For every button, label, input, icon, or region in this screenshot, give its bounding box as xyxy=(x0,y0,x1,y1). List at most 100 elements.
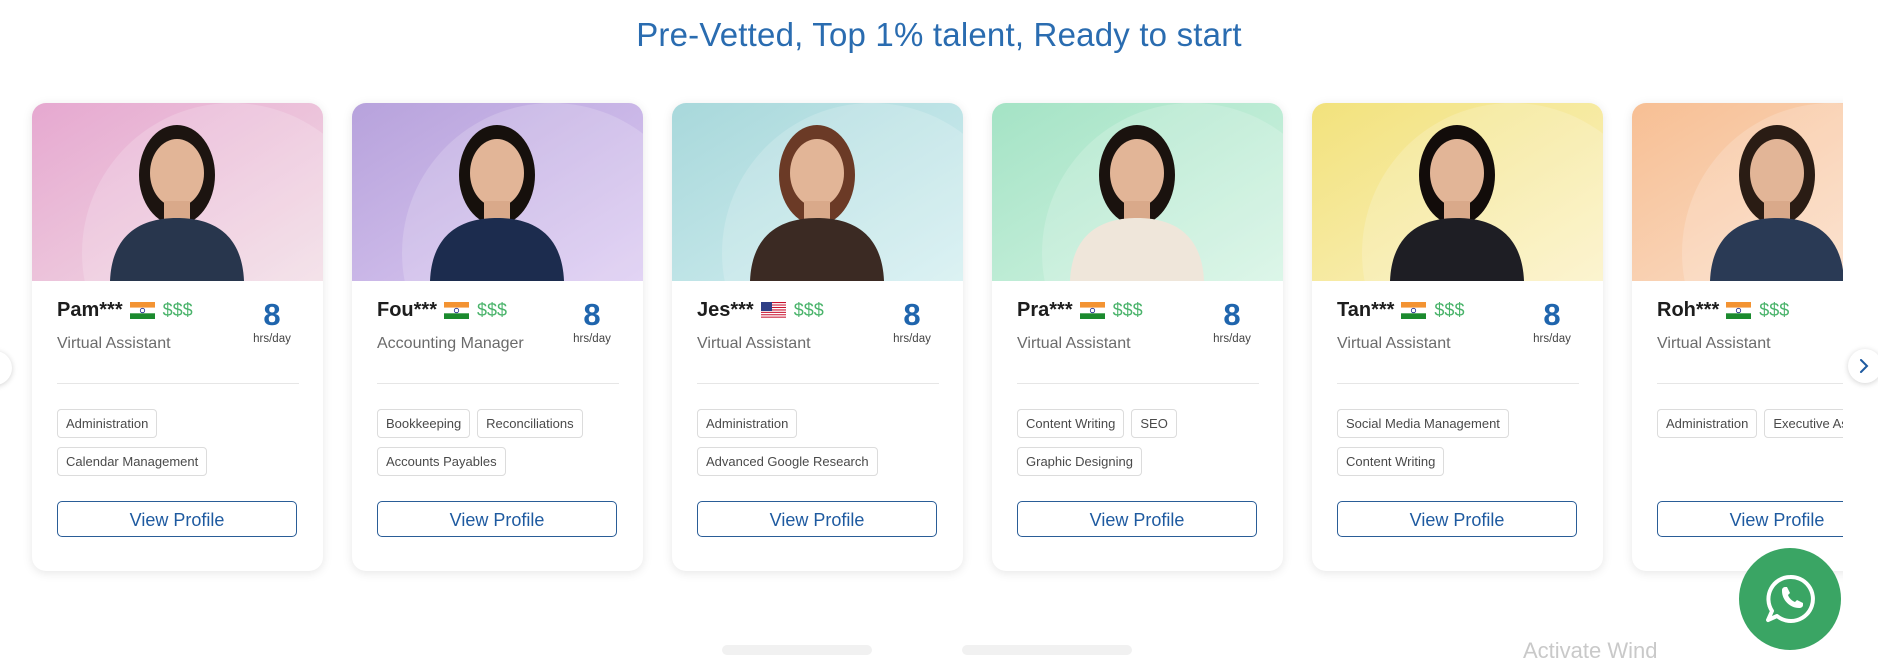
india-flag-icon xyxy=(129,302,155,319)
divider xyxy=(377,383,619,384)
talent-name: Tan*** xyxy=(1337,299,1395,321)
divider xyxy=(697,383,939,384)
profile-photo xyxy=(352,103,643,281)
india-flag-icon xyxy=(1079,302,1105,319)
hours-unit: hrs/day xyxy=(893,333,931,345)
talent-role: Virtual Assistant xyxy=(57,335,171,352)
talent-card: Tan*** $$$ Virtual Assistant 8 hrs/day S… xyxy=(1312,103,1603,571)
usa-flag-icon xyxy=(760,302,786,320)
whatsapp-icon xyxy=(1766,574,1815,623)
os-watermark: Activate Wind xyxy=(1523,638,1658,663)
carousel-next-button[interactable] xyxy=(1848,349,1878,383)
hours-per-day: 8 hrs/day xyxy=(1202,297,1262,346)
hours-value: 8 xyxy=(1842,299,1843,331)
skill-tag: SEO xyxy=(1131,409,1177,438)
talent-card: Pra*** $$$ Virtual Assistant 8 hrs/day C… xyxy=(992,103,1283,571)
skill-tag: Content Writing xyxy=(1017,409,1125,438)
skill-tag: Administration xyxy=(57,409,158,438)
skill-tag: Graphic Designing xyxy=(1017,447,1142,476)
talent-carousel: Pam*** $$$ Virtual Assistant 8 hrs/day A… xyxy=(0,92,1843,592)
view-profile-button[interactable]: View Profile xyxy=(57,501,297,537)
skill-tag: Administration xyxy=(697,409,798,438)
skill-tag: Advanced Google Research xyxy=(697,447,878,476)
talent-name: Fou*** xyxy=(377,299,437,321)
divider xyxy=(1017,383,1259,384)
skill-tag: Social Media Management xyxy=(1337,409,1509,438)
divider xyxy=(57,383,299,384)
profile-photo xyxy=(1632,103,1843,281)
hours-per-day: 8 hrs/day xyxy=(1842,299,1843,345)
india-flag-icon xyxy=(1401,302,1427,319)
hours-per-day: 8 hrs/day xyxy=(562,297,622,346)
divider xyxy=(1337,383,1579,384)
view-profile-button[interactable]: View Profile xyxy=(1657,501,1843,537)
name-row: Tan*** $$$ xyxy=(1337,299,1464,322)
talent-card: Pam*** $$$ Virtual Assistant 8 hrs/day A… xyxy=(32,103,323,571)
talent-card: Roh*** $$$ Virtual Assistant 8 hrs/day A… xyxy=(1632,103,1843,571)
talent-name: Pra*** xyxy=(1017,299,1073,321)
talent-role: Virtual Assistant xyxy=(697,335,811,352)
hours-value: 8 xyxy=(1543,297,1561,332)
talent-name: Jes*** xyxy=(697,299,754,321)
skill-tag: Accounts Payables xyxy=(377,447,506,476)
skill-tags: AdministrationExecutive Assistant xyxy=(1657,409,1843,447)
skill-tag: Bookkeeping xyxy=(377,409,471,438)
name-row: Fou*** $$$ xyxy=(377,299,507,322)
price-tier: $$$ xyxy=(162,300,193,320)
profile-photo xyxy=(992,103,1283,281)
hours-unit: hrs/day xyxy=(253,333,291,345)
hours-value: 8 xyxy=(1223,297,1241,332)
name-row: Pam*** $$$ xyxy=(57,299,193,322)
hours-per-day: 8 hrs/day xyxy=(882,297,942,346)
skill-tags: Bookkeeping Reconciliations Accounts Payab… xyxy=(377,409,627,485)
price-tier: $$$ xyxy=(1434,300,1465,320)
talent-name: Roh*** xyxy=(1657,299,1720,321)
hours-unit: hrs/day xyxy=(1842,333,1843,345)
india-flag-icon xyxy=(1726,302,1752,319)
hours-value: 8 xyxy=(263,297,281,332)
skill-tag: Content Writing xyxy=(1337,447,1445,476)
skill-tags: Administration Advanced Google Research xyxy=(697,409,947,485)
section-heading: Pre-Vetted, Top 1% talent, Ready to star… xyxy=(636,16,1242,53)
view-profile-button[interactable]: View Profile xyxy=(1337,501,1577,537)
talent-card: Fou*** $$$ Accounting Manager 8 hrs/day … xyxy=(352,103,643,571)
hours-unit: hrs/day xyxy=(1533,333,1571,345)
hours-value: 8 xyxy=(903,297,921,332)
price-tier: $$$ xyxy=(793,300,824,320)
hours-unit: hrs/day xyxy=(573,333,611,345)
price-tier: $$$ xyxy=(1112,300,1143,320)
talent-card: Jes*** $$$ Virtual Assistant 8 hrs/day A… xyxy=(672,103,963,571)
view-profile-button[interactable]: View Profile xyxy=(697,501,937,537)
profile-photo xyxy=(32,103,323,281)
skill-tags: Content Writing SEO Graphic Designing xyxy=(1017,409,1267,485)
skill-tags: Administration Calendar Management xyxy=(57,409,307,485)
profile-photo xyxy=(1312,103,1603,281)
decorative-shape xyxy=(722,645,872,655)
view-profile-button[interactable]: View Profile xyxy=(377,501,617,537)
skill-tags: Social Media Management Content Writing xyxy=(1337,409,1587,485)
decorative-shape xyxy=(962,645,1132,655)
hours-per-day: 8 hrs/day xyxy=(1522,297,1582,346)
skill-tag: Executive Assistant xyxy=(1764,409,1843,438)
profile-photo xyxy=(672,103,963,281)
whatsapp-chat-button[interactable] xyxy=(1739,548,1841,650)
hours-unit: hrs/day xyxy=(1213,333,1251,345)
skill-tag: Reconciliations xyxy=(477,409,583,438)
talent-role: Accounting Manager xyxy=(377,335,524,352)
view-profile-button[interactable]: View Profile xyxy=(1017,501,1257,537)
name-row: Roh*** $$$ xyxy=(1657,299,1789,322)
talent-role: Virtual Assistant xyxy=(1017,335,1131,352)
skill-tag: Calendar Management xyxy=(57,447,208,476)
talent-role: Virtual Assistant xyxy=(1657,335,1771,352)
name-row: Jes*** $$$ xyxy=(697,299,824,322)
talent-name: Pam*** xyxy=(57,299,123,321)
talent-role: Virtual Assistant xyxy=(1337,335,1451,352)
india-flag-icon xyxy=(444,302,469,319)
name-row: Pra*** $$$ xyxy=(1017,299,1143,322)
price-tier: $$$ xyxy=(477,300,508,320)
skill-tag: Administration xyxy=(1657,409,1758,438)
price-tier: $$$ xyxy=(1759,300,1790,320)
hours-per-day: 8 hrs/day xyxy=(242,297,302,346)
hours-value: 8 xyxy=(583,297,601,332)
chevron-right-icon xyxy=(1860,359,1869,373)
